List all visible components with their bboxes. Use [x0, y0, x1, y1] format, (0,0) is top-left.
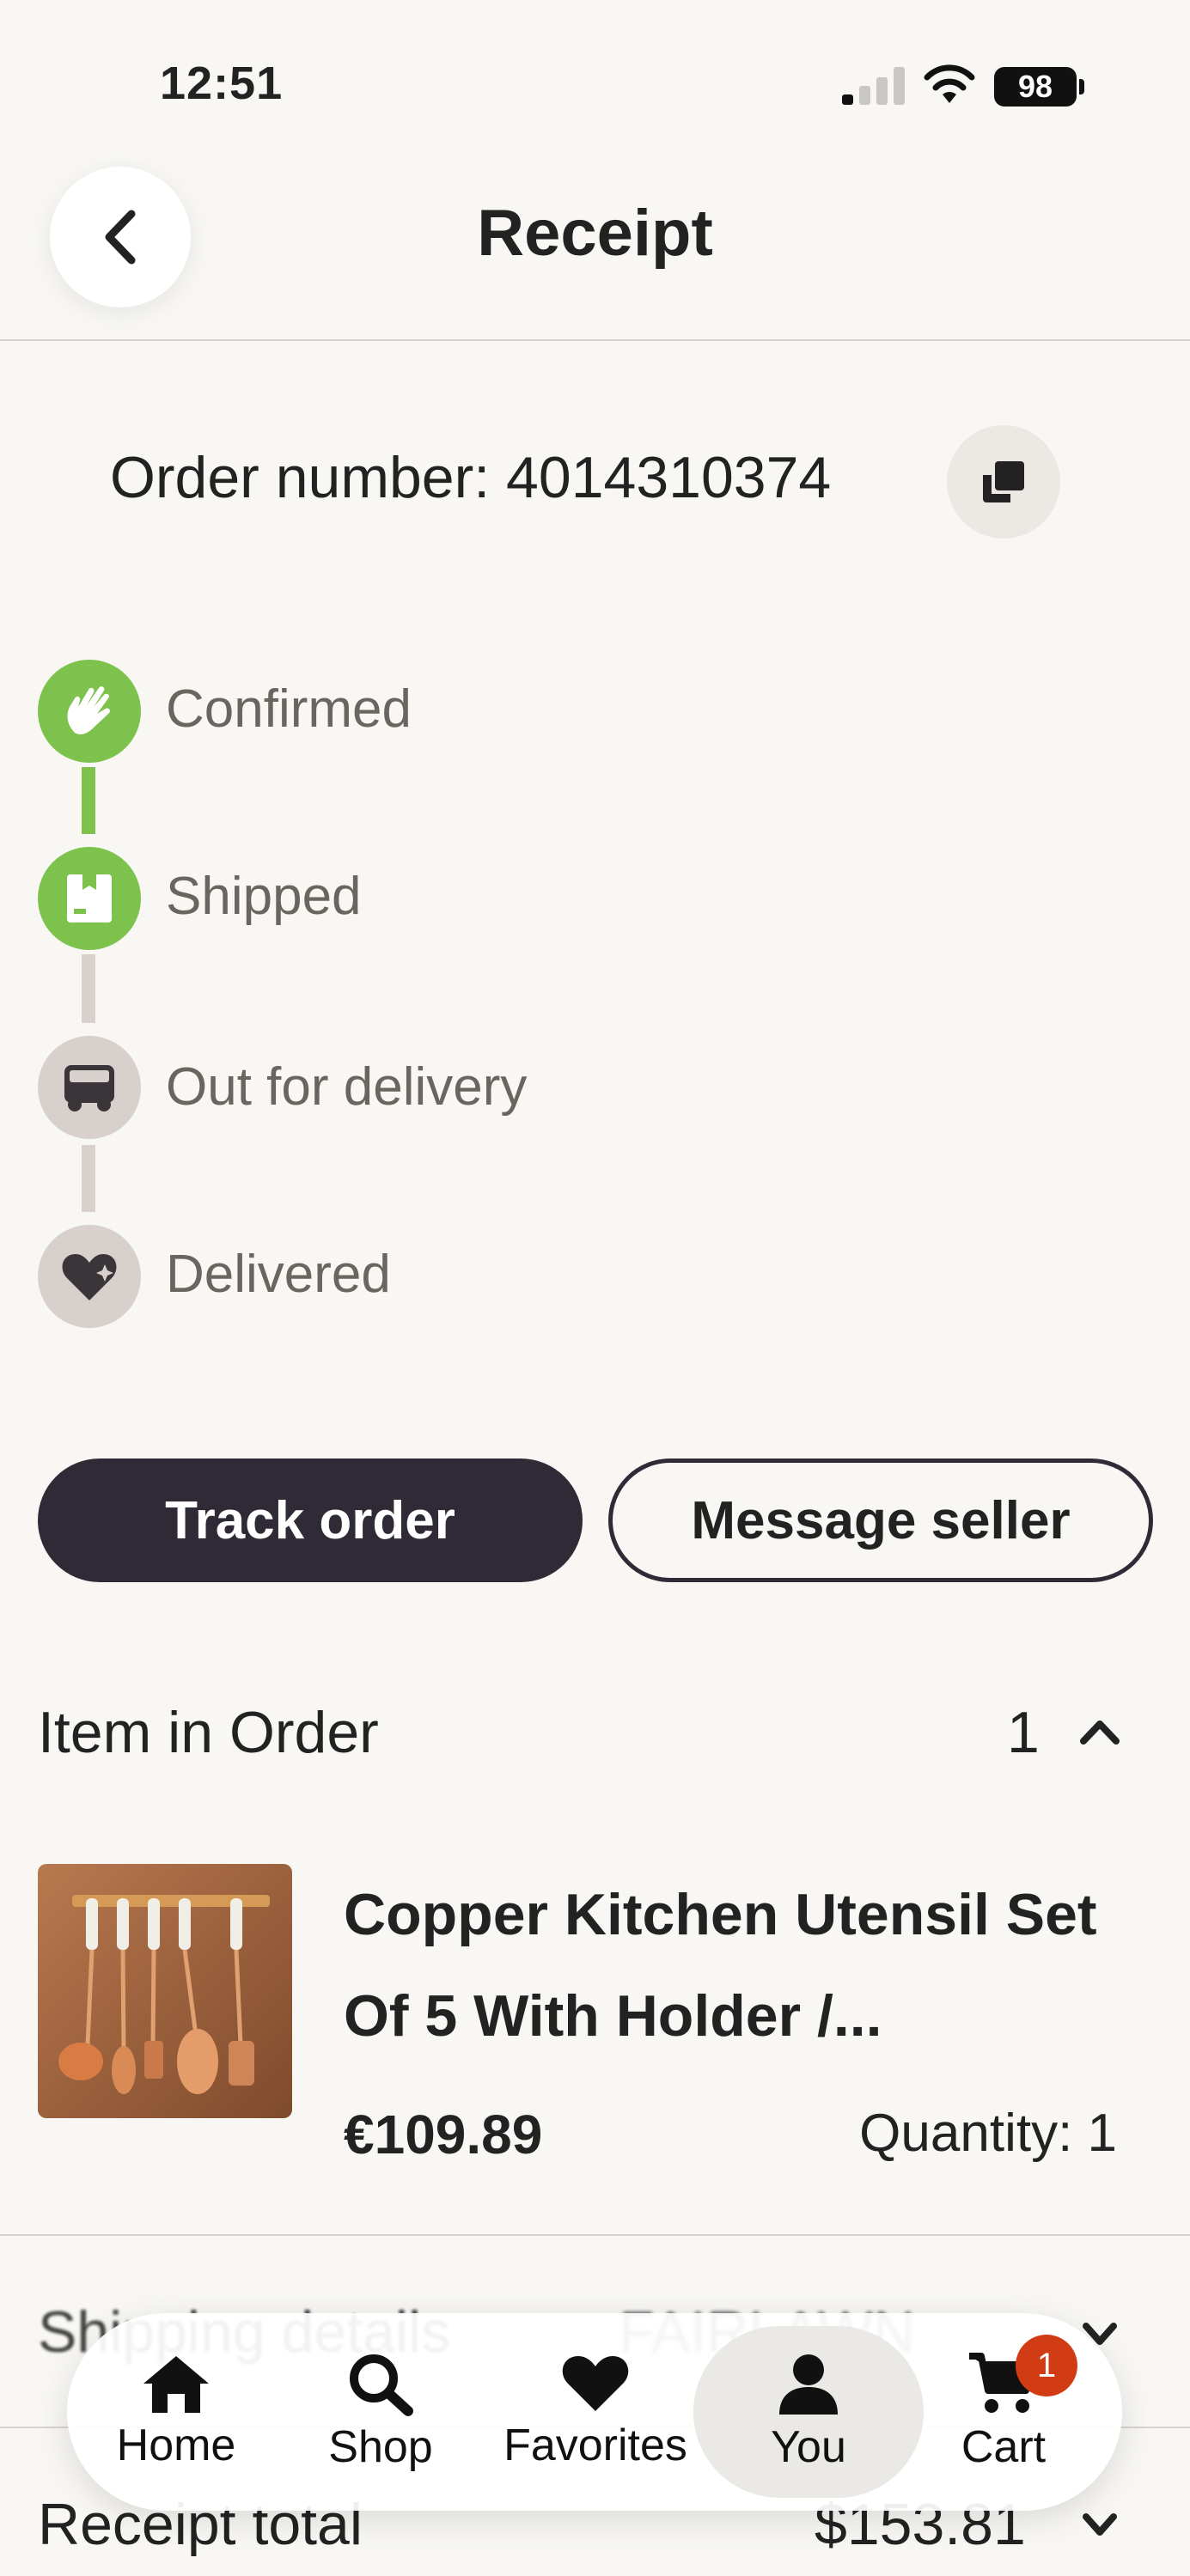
chevron-up-icon[interactable]	[1078, 1714, 1121, 1748]
out-for-delivery-step-icon	[38, 1036, 141, 1139]
battery-indicator: 98	[994, 67, 1084, 107]
heart-icon	[562, 2356, 629, 2411]
cellular-signal-icon	[842, 67, 906, 105]
copy-icon	[983, 461, 1024, 502]
step-label-out-for-delivery: Out for delivery	[166, 1057, 528, 1117]
tab-shop[interactable]: Shop	[316, 2313, 445, 2511]
message-seller-button[interactable]: Message seller	[608, 1459, 1153, 1582]
timeline-connector	[82, 767, 95, 834]
chevron-down-icon[interactable]	[1081, 2510, 1119, 2541]
product-price: €109.89	[344, 2104, 543, 2165]
section-divider	[0, 2234, 1190, 2236]
hand-wave-icon	[67, 686, 110, 734]
page-title: Receipt	[477, 197, 713, 270]
home-icon	[143, 2356, 209, 2413]
tab-you-label: You	[771, 2422, 846, 2472]
timeline-connector	[82, 954, 95, 1023]
product-title[interactable]: Copper Kitchen Utensil Set Of 5 With Hol…	[344, 1864, 1100, 2067]
truck-icon	[64, 1065, 114, 1111]
tab-favorites[interactable]: Favorites	[497, 2313, 694, 2511]
search-icon	[350, 2354, 413, 2416]
product-quantity: Quantity: 1	[859, 2104, 1117, 2163]
tab-you[interactable]: You	[693, 2326, 924, 2498]
tab-shop-label: Shop	[328, 2422, 433, 2472]
status-time: 12:51	[160, 58, 284, 109]
tab-favorites-label: Favorites	[503, 2421, 687, 2470]
order-number: Order number: 4014310374	[110, 445, 832, 510]
items-section-label: Item in Order	[38, 1700, 379, 1765]
wifi-icon	[924, 64, 975, 103]
step-label-confirmed: Confirmed	[166, 679, 412, 739]
step-label-shipped: Shipped	[166, 867, 362, 926]
tab-home[interactable]: Home	[112, 2313, 241, 2511]
timeline-connector	[82, 1145, 95, 1212]
tab-cart-label: Cart	[961, 2422, 1047, 2472]
shipped-step-icon	[38, 847, 141, 950]
bottom-tab-bar: Home Shop Favorites You Cart	[67, 2313, 1122, 2511]
tab-home-label: Home	[116, 2421, 236, 2470]
track-order-button[interactable]: Track order	[38, 1459, 583, 1582]
cart-count-badge: 1	[1016, 2335, 1077, 2396]
confirmed-step-icon	[38, 660, 141, 763]
product-image[interactable]	[38, 1864, 292, 2118]
package-icon	[67, 874, 112, 923]
copy-order-number-button[interactable]	[947, 425, 1060, 539]
header-divider	[0, 339, 1190, 341]
person-icon	[779, 2354, 838, 2415]
step-label-delivered: Delivered	[166, 1245, 391, 1304]
items-count: 1	[1007, 1700, 1040, 1765]
heart-sparkle-icon	[62, 1254, 117, 1300]
delivered-step-icon	[38, 1225, 141, 1328]
